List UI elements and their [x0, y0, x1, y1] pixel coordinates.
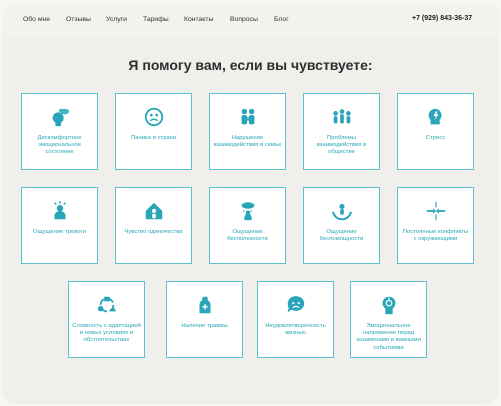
hands-holding-person-icon [329, 198, 355, 224]
card-label: Эмоциональное напряжение перед экзаменам… [356, 323, 421, 351]
card-exam-tension[interactable]: Эмоциональное напряжение перед экзаменам… [350, 281, 427, 358]
card-label: Постоянные конфликты с окружающими [402, 229, 469, 243]
card-stress[interactable]: Стресс [397, 93, 474, 170]
card-label: Сложность с адаптацией в новых условиях … [72, 323, 141, 344]
card-panic[interactable]: Паника и страхи [115, 93, 192, 170]
conflict-arrows-icon [423, 198, 449, 224]
head-cloud-icon [47, 104, 73, 130]
card-label: Ощущение тревоги [33, 229, 86, 235]
card-label: Неудовлетворенность жизнью [265, 323, 326, 337]
card-family[interactable]: Нарушение взаимодействия в семье [209, 93, 286, 170]
page-frame: Обо мне Отзывы Услуги Тарифы Контакты Во… [2, 2, 499, 404]
nav-link-about[interactable]: Обо мне [23, 16, 50, 23]
trauma-hand-icon [192, 292, 218, 318]
group-icon [329, 104, 355, 130]
card-discomfort[interactable]: Дискомфортное эмоциональное состояние [21, 93, 98, 170]
nav-link-tariffs[interactable]: Тарифы [143, 16, 169, 23]
nav-link-reviews[interactable]: Отзывы [66, 16, 91, 23]
page-headline: Я помогу вам, если вы чувствуете: [128, 57, 373, 73]
adaptation-cycle-icon [94, 292, 120, 318]
top-navigation: Обо мне Отзывы Услуги Тарифы Контакты Во… [2, 2, 499, 38]
card-conflicts[interactable]: Постоянные конфликты с окружающими [397, 187, 474, 264]
card-label: Наличие травмы [181, 323, 228, 329]
card-loneliness[interactable]: Чувство одиночества [115, 187, 192, 264]
alarmed-person-icon [47, 198, 73, 224]
card-society[interactable]: Проблемы взаимодействия в обществе [303, 93, 380, 170]
card-label: Стресс [425, 135, 446, 141]
card-label: Нарушение взаимодействия в семье [213, 135, 282, 149]
card-label: Проблемы взаимодействия в обществе [316, 135, 367, 156]
card-dissatisfaction[interactable]: Неудовлетворенность жизнью [257, 281, 334, 358]
card-label: Чувство одиночества [124, 229, 183, 235]
nav-link-services[interactable]: Услуги [106, 16, 127, 23]
head-lightning-icon [423, 104, 449, 130]
sad-bubble-icon [283, 292, 309, 318]
card-helplessness[interactable]: Ощущение беспомощности [303, 187, 380, 264]
card-adaptation[interactable]: Сложность с адаптацией в новых условиях … [68, 281, 145, 358]
phone-number[interactable]: +7 (929) 843-36-37 [412, 15, 472, 22]
card-label: Ощущение беспомощности [319, 229, 364, 243]
nav-link-blog[interactable]: Блог [274, 16, 289, 23]
lonely-house-icon [141, 198, 167, 224]
tense-head-icon [376, 292, 402, 318]
card-label: Ощущение бесполезности [227, 229, 268, 243]
anxious-face-icon [141, 104, 167, 130]
card-anxiety[interactable]: Ощущение тревоги [21, 187, 98, 264]
card-label: Паника и страхи [130, 135, 177, 141]
nav-link-contacts[interactable]: Контакты [184, 16, 213, 23]
family-icon [235, 104, 261, 130]
nav-link-questions[interactable]: Вопросы [230, 16, 258, 23]
rain-cloud-person-icon [235, 198, 261, 224]
card-uselessness[interactable]: Ощущение бесполезности [209, 187, 286, 264]
card-label: Дискомфортное эмоциональное состояние [37, 135, 82, 156]
card-trauma[interactable]: Наличие травмы [166, 281, 243, 358]
